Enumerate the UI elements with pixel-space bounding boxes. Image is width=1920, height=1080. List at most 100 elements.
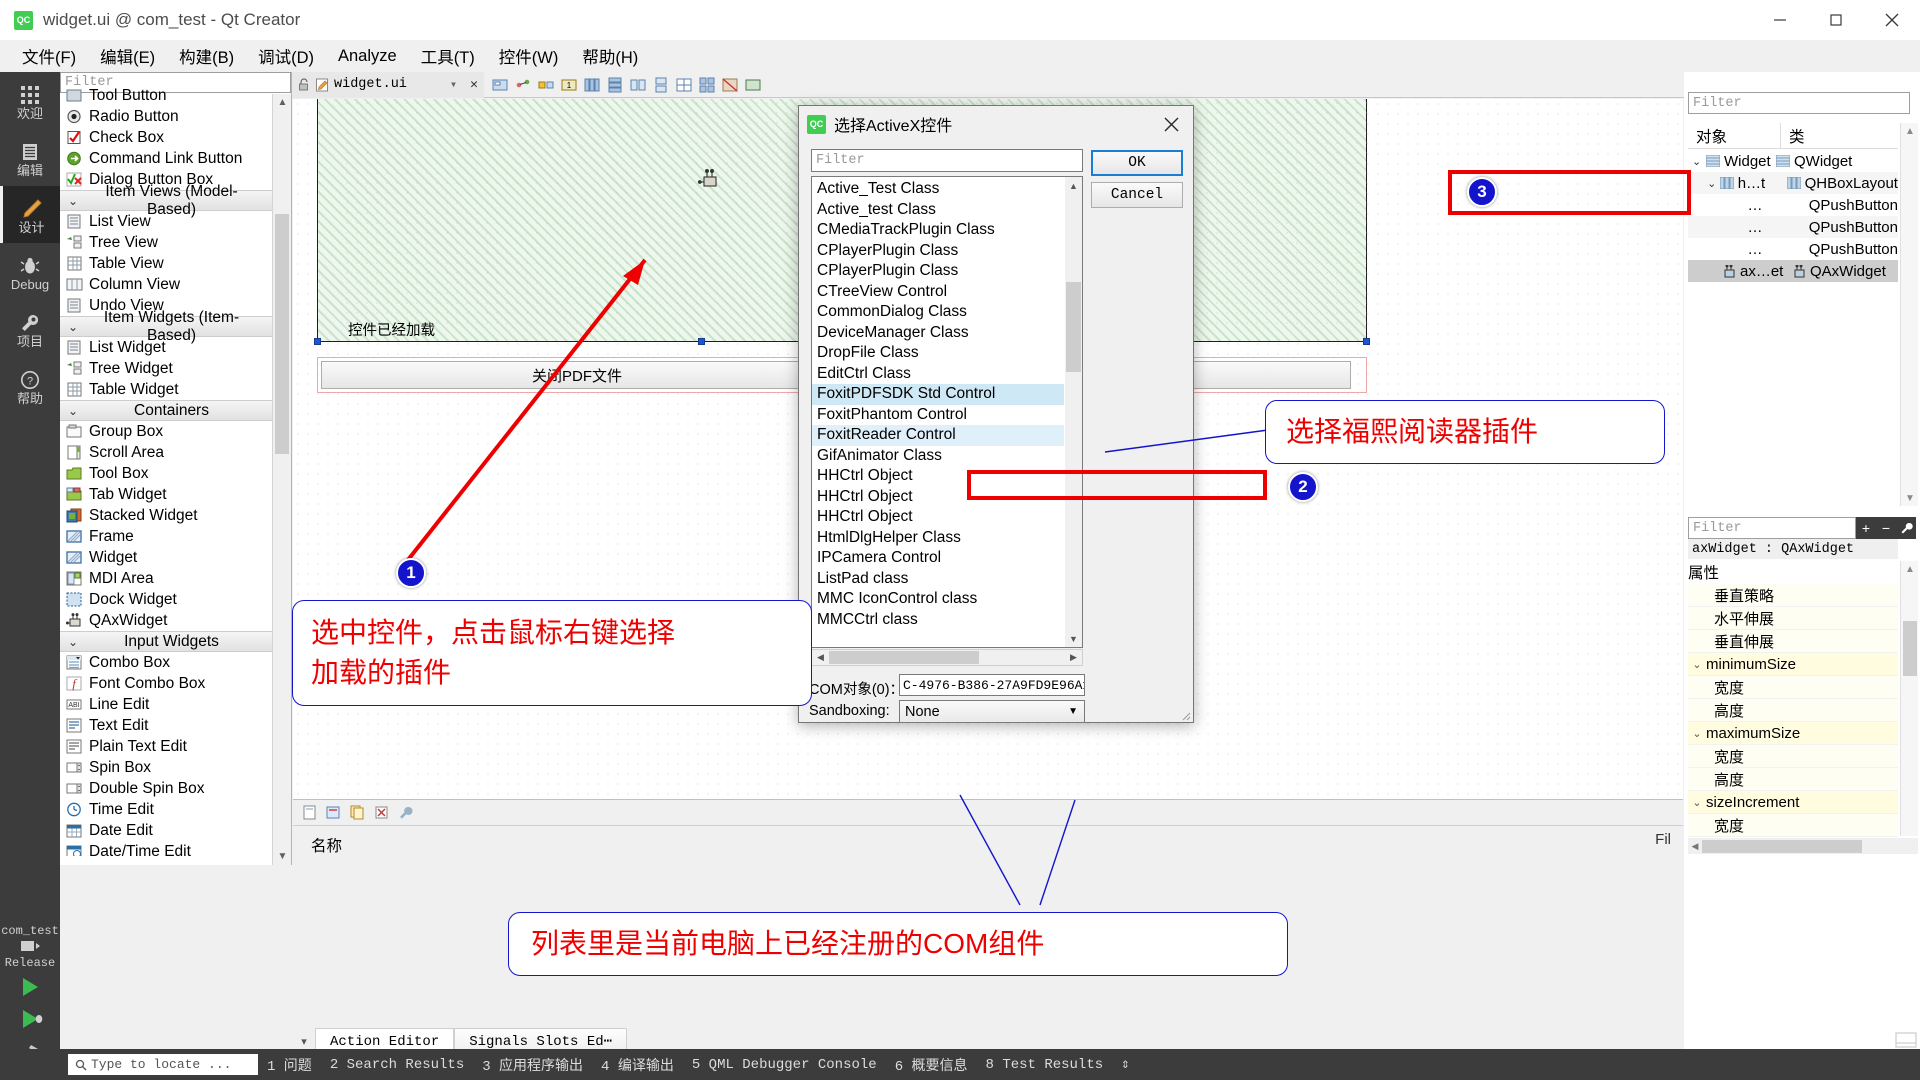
scrollbar-thumb[interactable]: [275, 214, 289, 454]
widget-item-double-spin-box[interactable]: Double Spin Box: [60, 778, 273, 799]
open-form-icon[interactable]: [323, 803, 343, 823]
dialog-resize-grip[interactable]: [1179, 708, 1191, 721]
tab-dropdown-icon[interactable]: ▾: [412, 77, 457, 92]
layout-splitter-h-icon[interactable]: [628, 75, 648, 95]
widget-item-date-time-edit[interactable]: Date/Time Edit: [60, 841, 273, 856]
object-inspector-scrollbar[interactable]: ▲ ▼: [1900, 123, 1918, 506]
activex-dialog[interactable]: QC 选择ActiveX控件 Filter Active_Test Class A…: [798, 105, 1194, 723]
com-object-value[interactable]: C-4976-B386-27A9FD9E96A1}: [899, 674, 1085, 696]
new-form-icon[interactable]: [299, 803, 319, 823]
activex-list-item[interactable]: Active_Test Class: [812, 179, 1064, 200]
selection-handle[interactable]: [698, 338, 705, 345]
widget-item-table-view[interactable]: Table View: [60, 253, 273, 274]
tab-close-icon[interactable]: ✕: [462, 77, 478, 92]
scroll-down-icon[interactable]: ▼: [1901, 490, 1919, 506]
property-row[interactable]: 宽度: [1688, 676, 1898, 699]
sandboxing-select[interactable]: None ▼: [899, 700, 1085, 723]
widget-group-header[interactable]: ⌄ Containers: [60, 400, 273, 421]
chevron-down-icon[interactable]: ⌄: [1688, 658, 1706, 671]
activex-list-item[interactable]: CommonDialog Class: [812, 302, 1064, 323]
mode-design[interactable]: 设计: [0, 186, 60, 243]
menu-debug[interactable]: 调试(D): [246, 41, 326, 71]
widget-group-header[interactable]: ⌄ Item Views (Model-Based): [60, 183, 273, 218]
status-item-search-results[interactable]: 2 Search Results: [321, 1057, 473, 1073]
activex-list-item[interactable]: CMediaTrackPlugin Class: [812, 220, 1064, 241]
break-layout-icon[interactable]: [720, 75, 740, 95]
object-tree-row[interactable]: ⌄ Widget QWidget: [1688, 150, 1898, 172]
object-tree-row[interactable]: … QPushButton: [1688, 238, 1898, 260]
widget-item-tree-widget[interactable]: Tree Widget: [60, 358, 273, 379]
widget-item-font-combo-box[interactable]: f Font Combo Box: [60, 673, 273, 694]
widget-item-tab-widget[interactable]: Tab Widget: [60, 484, 273, 505]
widget-item-radio-button[interactable]: Radio Button: [60, 106, 273, 127]
scrollbar-thumb[interactable]: [829, 651, 979, 664]
property-row[interactable]: ⌄ maximumSize: [1688, 722, 1898, 745]
activex-list-item[interactable]: FoxitPDFSDK Std Control: [812, 384, 1064, 405]
activex-list-item[interactable]: FoxitReader Control: [812, 425, 1064, 446]
scroll-up-icon[interactable]: ▲: [1065, 177, 1082, 194]
status-item-issues[interactable]: 1 问题: [258, 1055, 321, 1075]
object-inspector-filter[interactable]: Filter: [1688, 92, 1910, 114]
activex-list-item[interactable]: ListPad class: [812, 569, 1064, 590]
minus-icon[interactable]: −: [1876, 517, 1896, 539]
property-row[interactable]: 宽度: [1688, 814, 1898, 837]
activex-list-item[interactable]: EditCtrl Class: [812, 364, 1064, 385]
debug-icon[interactable]: [22, 1010, 42, 1028]
mode-debug[interactable]: Debug: [0, 243, 60, 300]
property-row[interactable]: 高度: [1688, 699, 1898, 722]
mode-projects[interactable]: 项目: [0, 300, 60, 357]
scroll-right-icon[interactable]: ▶: [1065, 650, 1082, 665]
scroll-up-icon[interactable]: ▲: [273, 94, 292, 111]
activex-list-item[interactable]: CPlayerPlugin Class: [812, 261, 1064, 282]
layout-form-icon[interactable]: [674, 75, 694, 95]
widget-item-stacked-widget[interactable]: Stacked Widget: [60, 505, 273, 526]
kit-name[interactable]: com_test: [0, 918, 60, 940]
property-row[interactable]: 宽度: [1688, 745, 1898, 768]
widget-item-command-link-button[interactable]: Command Link Button: [60, 148, 273, 169]
property-row[interactable]: ⌄ sizeIncrement: [1688, 791, 1898, 814]
widget-item-table-widget[interactable]: Table Widget: [60, 379, 273, 400]
property-row[interactable]: 高度: [1688, 768, 1898, 791]
dialog-filter-input[interactable]: Filter: [811, 149, 1083, 172]
menu-widget[interactable]: 控件(W): [487, 41, 571, 71]
object-inspector-tree[interactable]: ⌄ Widget QWidget ⌄ h…t QHBoxLayout … QPushButto…: [1688, 150, 1898, 282]
activex-control-list[interactable]: Active_Test Class Active_test Class CMedia…: [811, 176, 1083, 648]
menu-tools[interactable]: 工具(T): [409, 41, 487, 71]
widget-item-line-edit[interactable]: ABI Line Edit: [60, 694, 273, 715]
activex-list-item[interactable]: CTreeView Control: [812, 282, 1064, 303]
widget-item-time-edit[interactable]: Time Edit: [60, 799, 273, 820]
menu-edit[interactable]: 编辑(E): [88, 41, 167, 71]
layout-vertical-icon[interactable]: [605, 75, 625, 95]
object-tree-row[interactable]: … QPushButton: [1688, 194, 1898, 216]
adjust-size-icon[interactable]: [743, 75, 763, 95]
widget-item-spin-box[interactable]: Spin Box: [60, 757, 273, 778]
locator-input[interactable]: Type to locate ...: [68, 1054, 258, 1075]
widget-item-text-edit[interactable]: Text Edit: [60, 715, 273, 736]
copy-form-icon[interactable]: [347, 803, 367, 823]
dialog-ok-button[interactable]: OK: [1091, 150, 1183, 176]
activex-list-item[interactable]: IPCamera Control: [812, 548, 1064, 569]
widget-item-date-edit[interactable]: Date Edit: [60, 820, 273, 841]
activex-list-item[interactable]: DropFile Class: [812, 343, 1064, 364]
property-row[interactable]: 垂直伸展: [1688, 630, 1898, 653]
scroll-up-icon[interactable]: ▲: [1901, 561, 1919, 577]
widget-list[interactable]: Tool Button Radio Button Check Box Command …: [60, 85, 273, 856]
widget-item-check-box[interactable]: Check Box: [60, 127, 273, 148]
edit-buddies-icon[interactable]: [536, 75, 556, 95]
widget-item-mdi-area[interactable]: MDI Area: [60, 568, 273, 589]
activex-list-item[interactable]: CPlayerPlugin Class: [812, 241, 1064, 262]
property-row[interactable]: ⌄ minimumSize: [1688, 653, 1898, 676]
widget-item-tool-button[interactable]: Tool Button: [60, 85, 273, 106]
edit-widgets-icon[interactable]: [490, 75, 510, 95]
object-tree-row[interactable]: ⌄ h…t QHBoxLayout: [1688, 172, 1898, 194]
widget-box-scrollbar[interactable]: ▲ ▼: [272, 94, 291, 865]
chevron-down-icon[interactable]: ⌄: [1707, 177, 1720, 190]
kit-icon-row[interactable]: [0, 940, 60, 956]
property-h-scrollbar[interactable]: ◀: [1688, 838, 1918, 854]
widget-item-combo-box[interactable]: Combo Box: [60, 652, 273, 673]
form-button-close-pdf[interactable]: 关闭PDF文件: [321, 361, 833, 389]
activex-list-item[interactable]: FoxitPhantom Control: [812, 405, 1064, 426]
layout-horizontal-icon[interactable]: [582, 75, 602, 95]
property-filter-input[interactable]: Filter: [1688, 517, 1856, 539]
dialog-cancel-button[interactable]: Cancel: [1091, 182, 1183, 208]
